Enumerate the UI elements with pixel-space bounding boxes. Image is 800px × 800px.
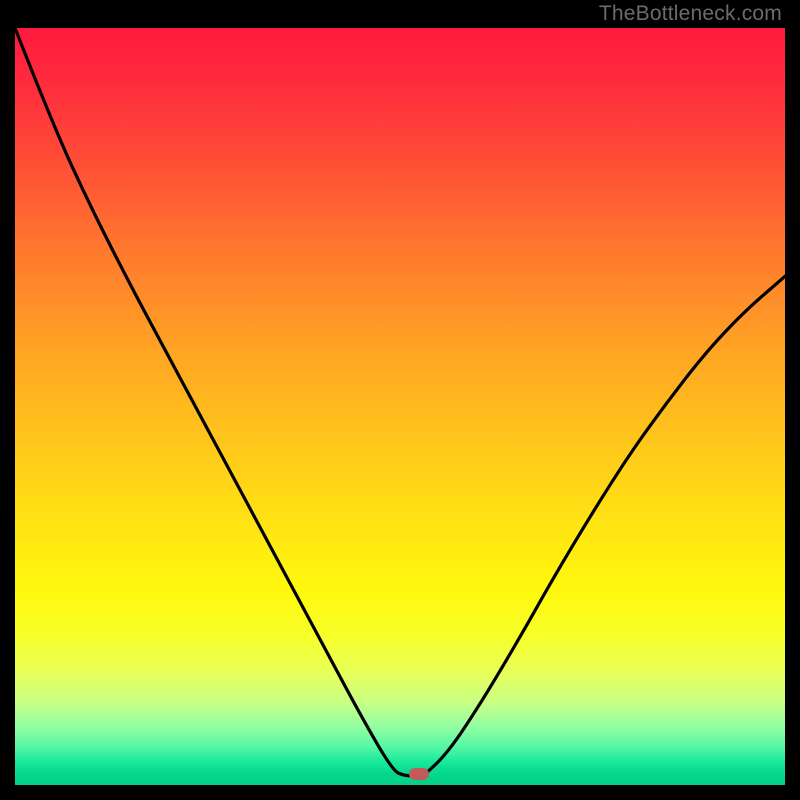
chart-frame: TheBottleneck.com — [0, 0, 800, 800]
curve-path — [15, 28, 785, 776]
bottleneck-curve — [15, 28, 785, 785]
watermark-text: TheBottleneck.com — [599, 2, 782, 26]
minimum-marker — [409, 768, 429, 780]
plot-area — [15, 28, 785, 785]
